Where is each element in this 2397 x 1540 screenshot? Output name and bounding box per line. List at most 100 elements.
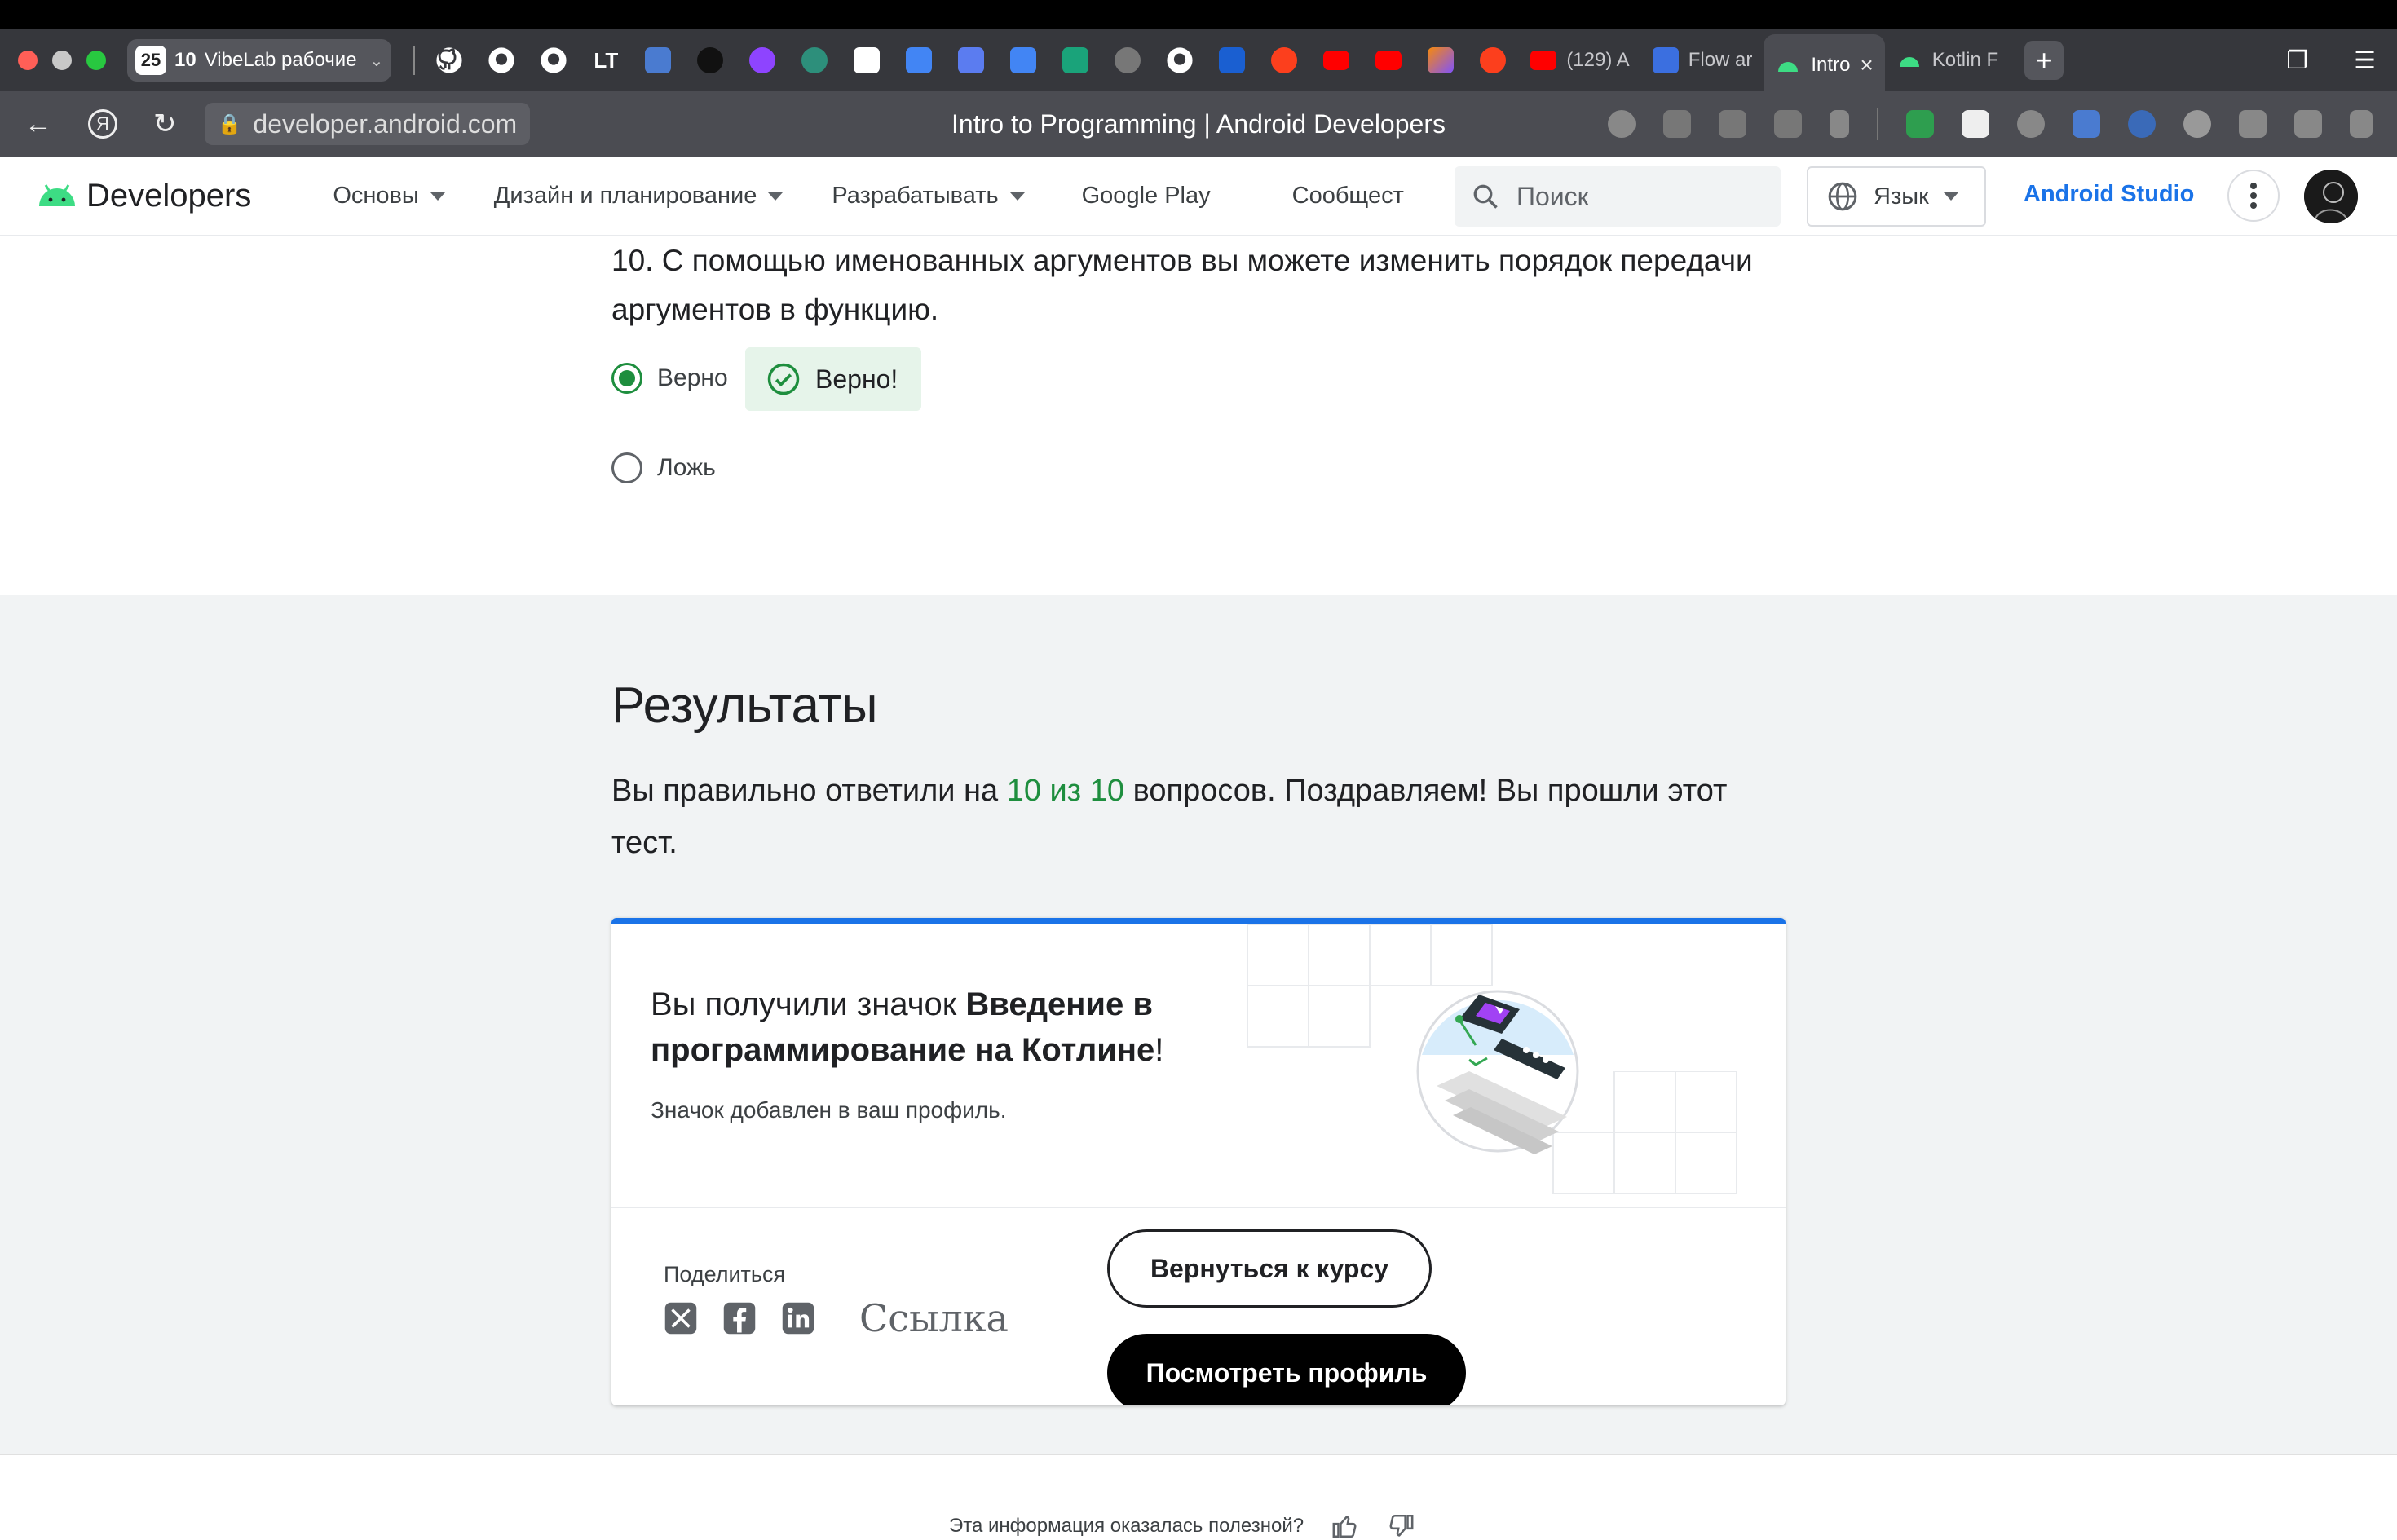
tab-group-name: VibeLab рабочие (204, 49, 357, 71)
radio-button-unchecked[interactable] (611, 452, 642, 483)
adblock-shield-icon[interactable] (1906, 110, 1934, 138)
translate-tab-icon[interactable] (632, 34, 684, 86)
more-vert-icon (2250, 183, 2257, 209)
youtube-tab-icon[interactable] (1310, 34, 1362, 86)
purple-tab-icon[interactable] (736, 34, 788, 86)
tab-kotlin[interactable]: Kotlin F (1885, 34, 2010, 86)
kotlin-tab-icon[interactable] (1415, 34, 1467, 86)
youtube-tab-icon[interactable] (1362, 34, 1415, 86)
avatar[interactable] (2304, 170, 2358, 223)
bookmark-icon[interactable] (1830, 110, 1849, 138)
d-tab-icon[interactable] (841, 34, 893, 86)
question-text: 10. С помощью именованных аргументов вы … (611, 244, 1753, 326)
globe-icon (1828, 182, 1857, 211)
tab-group-tab-count: 10 (174, 49, 196, 71)
copy-icon[interactable] (1663, 110, 1691, 138)
nl-extension-icon[interactable] (2128, 110, 2156, 138)
results-title: Результаты (611, 677, 878, 734)
docs-tab-icon[interactable] (893, 34, 945, 86)
dark-tab-icon[interactable] (684, 34, 736, 86)
extensions-puzzle-icon[interactable] (2294, 110, 2322, 138)
back-arrow-icon[interactable]: ← (24, 108, 52, 140)
github-tab-icon[interactable] (423, 34, 475, 86)
tab-intro-active[interactable]: Intro × (1764, 34, 1885, 96)
nav-item-community[interactable]: Сообщест (1292, 183, 1404, 210)
yandex-home-icon[interactable]: Я (88, 109, 117, 139)
nav-item-google-play[interactable]: Google Play (1082, 183, 1211, 210)
url-field[interactable]: 🔒 developer.android.com (204, 103, 531, 145)
tab-youtube[interactable]: (129) A (1519, 34, 1640, 86)
tab-group[interactable]: 25 10 VibeLab рабочие ⌄ (127, 39, 392, 82)
nav-item-develop[interactable]: Разрабатывать (832, 183, 1024, 210)
apps-icon[interactable] (1608, 110, 1636, 138)
language-selector[interactable]: Язык (1807, 166, 1986, 227)
view-profile-button[interactable]: Посмотреть профиль (1107, 1334, 1466, 1405)
tab-label: Kotlin F (1931, 49, 1999, 71)
android-studio-link[interactable]: Android Studio (2024, 181, 2194, 208)
search-input[interactable]: Поиск (1455, 166, 1781, 227)
extension-icons (1608, 108, 2373, 140)
confluence-icon (1652, 47, 1679, 73)
badge-added-text: Значок добавлен в ваш профиль. (651, 1097, 1007, 1123)
card-accent-bar (611, 918, 1786, 924)
option-label: Верно (657, 364, 728, 391)
tabs-collection-icon[interactable]: ❐ (2286, 46, 2308, 75)
github-tab-icon[interactable] (475, 34, 528, 86)
yandex-tab-icon[interactable] (1467, 34, 1519, 86)
close-tab-icon[interactable]: × (1860, 52, 1873, 78)
thumb-up-icon[interactable] (1331, 1512, 1359, 1540)
page-footer: Эта информация оказалась полезной? (0, 1455, 2397, 1538)
yandex-tab-icon[interactable] (1258, 34, 1310, 86)
reader-icon[interactable] (1719, 110, 1746, 138)
github-tab-icon[interactable] (1154, 34, 1206, 86)
extension-icon[interactable] (2017, 110, 2045, 138)
new-tab-button[interactable]: + (2024, 41, 2064, 80)
openai-tab-icon[interactable] (788, 34, 841, 86)
play-icon[interactable] (2183, 110, 2211, 138)
star-tab-icon[interactable] (945, 34, 997, 86)
maximize-window-button[interactable] (86, 51, 106, 70)
radio-button-checked[interactable] (611, 363, 642, 394)
check-circle-icon (767, 363, 800, 395)
url-domain: developer.android.com (253, 108, 518, 139)
results-text-before: Вы правильно ответили на (611, 774, 1007, 808)
translate-icon[interactable] (1774, 110, 1802, 138)
reload-icon[interactable]: ↻ (153, 108, 177, 140)
search-icon (1473, 184, 1498, 209)
logo-text: Developers (86, 177, 252, 214)
lt-tab-icon[interactable]: LT (580, 34, 632, 86)
screenshot-icon[interactable] (2239, 110, 2267, 138)
languagetool-icon[interactable] (1962, 110, 1989, 138)
close-window-button[interactable] (18, 51, 38, 70)
nav-item-design[interactable]: Дизайн и планирование (494, 183, 784, 210)
google-translate-icon[interactable] (2073, 110, 2100, 138)
download-icon[interactable] (2350, 110, 2373, 138)
docs-tab-icon[interactable] (997, 34, 1049, 86)
earned-suffix: ! (1154, 1032, 1164, 1068)
badge-card: Вы получили значок Введение в программир… (611, 918, 1786, 1405)
link-tab-icon[interactable] (1101, 34, 1154, 86)
facebook-icon[interactable] (722, 1301, 757, 1335)
feedback-text: Верно! (815, 364, 898, 394)
menu-icon[interactable]: ☰ (2354, 46, 2376, 75)
sj-tab-icon[interactable] (1049, 34, 1101, 86)
option-false[interactable]: Ложь (611, 452, 716, 483)
tab-label: Intro (1811, 54, 1851, 76)
x-twitter-icon[interactable] (664, 1301, 698, 1335)
linkedin-icon[interactable] (781, 1301, 815, 1335)
android-icon (1775, 52, 1801, 78)
share-icons: Ссылка (664, 1296, 1009, 1340)
return-to-course-button[interactable]: Вернуться к курсу (1107, 1229, 1432, 1308)
tab-flow[interactable]: Flow ar (1641, 34, 1764, 86)
developers-logo[interactable]: Developers (38, 178, 251, 214)
option-true[interactable]: Верно (611, 363, 728, 394)
language-label: Язык (1874, 183, 1929, 210)
copy-link-button[interactable]: Ссылка (859, 1296, 1009, 1340)
search-placeholder: Поиск (1516, 181, 1589, 211)
minimize-window-button[interactable] (52, 51, 72, 70)
thumb-down-icon[interactable] (1387, 1512, 1415, 1540)
blue-tab-icon[interactable] (1206, 34, 1258, 86)
more-options-button[interactable] (2227, 170, 2280, 222)
github-tab-icon[interactable] (528, 34, 580, 86)
nav-item-basics[interactable]: Основы (333, 183, 444, 210)
